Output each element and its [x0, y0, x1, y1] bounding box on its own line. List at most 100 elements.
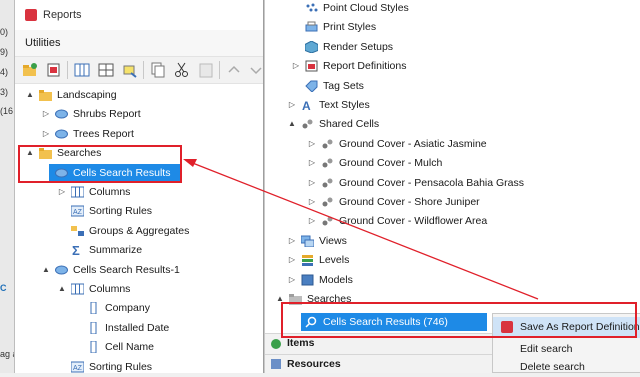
text-icon: A: [302, 99, 311, 111]
items-label: Items: [287, 337, 315, 349]
report-tree-item-label: Cells Search Results-1: [73, 263, 180, 276]
menu-item-edit-search[interactable]: Edit search: [493, 341, 640, 359]
paste-icon[interactable]: [197, 61, 215, 79]
explorer-tree-item[interactable]: ▷ A Text Styles: [265, 96, 640, 114]
expand-arrow-icon[interactable]: ▷: [287, 271, 297, 289]
report-tree-item-label: Summarize: [89, 244, 143, 257]
move-down-icon[interactable]: [247, 61, 265, 79]
explorer-tree-item[interactable]: Print Styles: [265, 18, 640, 36]
highlight-icon[interactable]: [121, 61, 139, 79]
bg-fragment: (16: [0, 106, 14, 116]
cell-icon: [302, 119, 313, 129]
explorer-tree-item[interactable]: ▷ Levels: [265, 251, 640, 269]
reports-window: Reports Utilities ▲ Landscaping ▷ Shrubs Re…: [14, 0, 264, 373]
move-up-icon[interactable]: [225, 61, 243, 79]
collapse-arrow-icon[interactable]: ▲: [41, 261, 51, 279]
expand-arrow-icon[interactable]: ▷: [287, 232, 297, 250]
cell-icon: [322, 158, 333, 168]
report-tree-item[interactable]: ▲ Columns: [15, 280, 263, 298]
report-tree-item[interactable]: ▷ Trees Report: [15, 125, 263, 143]
menu-utilities[interactable]: Utilities: [25, 37, 60, 49]
menu-bar: Utilities: [15, 30, 263, 56]
expand-arrow-icon[interactable]: ▷: [307, 174, 317, 192]
grid-icon[interactable]: [97, 61, 115, 79]
column-icon: [90, 321, 97, 334]
explorer-tree-item[interactable]: ▷ Ground Cover - Pensacola Bahia Grass: [265, 174, 640, 192]
sort-icon: AZ: [71, 361, 84, 373]
collapse-arrow-icon[interactable]: ▲: [57, 280, 67, 298]
explorer-tree-item[interactable]: ▷ Ground Cover - Wildflower Area: [265, 212, 640, 230]
report-tree-item-label: Trees Report: [73, 127, 134, 140]
report-tree-item[interactable]: ▲ Cells Search Results-1: [15, 261, 263, 279]
group-icon: [71, 225, 84, 236]
report-tree-item[interactable]: Company: [15, 299, 263, 317]
report-tree-item[interactable]: Cell Name: [15, 338, 263, 356]
explorer-tree-item-label: Text Styles: [319, 99, 370, 111]
sort-icon: AZ: [71, 205, 84, 217]
explorer-tree-item[interactable]: ▷ Ground Cover - Shore Juniper: [265, 193, 640, 211]
bg-fragment: 0): [0, 27, 9, 37]
explorer-tree-item-label: Report Definitions: [323, 60, 407, 73]
new-report-icon[interactable]: [45, 61, 63, 79]
explorer-tree-item[interactable]: Tag Sets: [265, 77, 640, 95]
explorer-tree-item-label: Ground Cover - Asiatic Jasmine: [339, 137, 487, 150]
expand-arrow-icon[interactable]: ▷: [307, 135, 317, 153]
expand-arrow-icon[interactable]: ▷: [307, 193, 317, 211]
columns-icon: [71, 186, 84, 198]
svg-text:A: A: [302, 99, 311, 111]
bg-fragment: 3): [0, 87, 9, 97]
bg-fragment: C: [0, 283, 7, 293]
report-tree-item[interactable]: Installed Date: [15, 319, 263, 337]
cell-icon: [322, 139, 333, 149]
explorer-tree-item[interactable]: Point Cloud Styles: [265, 0, 640, 17]
menu-item-delete-search[interactable]: Delete search: [493, 359, 640, 377]
explorer-tree-item[interactable]: ▷ Ground Cover - Mulch: [265, 154, 640, 172]
explorer-tree-item[interactable]: Render Setups: [265, 38, 640, 56]
report-icon: [55, 129, 68, 139]
report-tree-item[interactable]: ▷ Columns: [15, 183, 263, 201]
cut-icon[interactable]: [173, 61, 191, 79]
annotation-box-right: [281, 302, 637, 338]
explorer-tree-item[interactable]: ▷ Report Definitions: [265, 57, 640, 75]
report-tree-item[interactable]: ▷ Shrubs Report: [15, 105, 263, 123]
expand-arrow-icon[interactable]: ▷: [307, 154, 317, 172]
cell-icon: [322, 216, 333, 226]
report-tree-item-label: Columns: [89, 186, 131, 198]
report-tree-item-label: Landscaping: [57, 89, 117, 101]
expand-arrow-icon[interactable]: ▷: [41, 105, 51, 123]
folder-icon: [39, 90, 52, 101]
report-tree-item[interactable]: AZ Sorting Rules: [15, 202, 263, 220]
window-title: Reports: [43, 9, 82, 21]
report-icon: [55, 265, 68, 275]
expand-arrow-icon[interactable]: ▷: [57, 183, 67, 201]
expand-arrow-icon[interactable]: ▷: [287, 251, 297, 269]
expand-arrow-icon[interactable]: ▷: [287, 96, 297, 114]
models-icon: [301, 274, 314, 286]
explorer-tree-item-label: Ground Cover - Wildflower Area: [339, 215, 488, 228]
columns-tool-icon[interactable]: [73, 61, 91, 79]
report-tree-item[interactable]: Σ Summarize: [15, 241, 263, 259]
explorer-tree-item-label: Ground Cover - Pensacola Bahia Grass: [339, 176, 525, 189]
toolbar: [15, 56, 263, 84]
expand-arrow-icon[interactable]: ▷: [291, 57, 301, 75]
render-icon: [305, 40, 318, 53]
cell-icon: [322, 197, 333, 207]
expand-arrow-icon[interactable]: ▷: [307, 212, 317, 230]
expand-arrow-icon[interactable]: ▷: [41, 125, 51, 143]
explorer-tree-item[interactable]: ▷ Ground Cover - Asiatic Jasmine: [265, 135, 640, 153]
explorer-tree-item-label: Print Styles: [323, 21, 377, 34]
new-folder-icon[interactable]: [21, 61, 39, 79]
tag-icon: [305, 80, 318, 92]
explorer-tree-item[interactable]: ▲ Shared Cells: [265, 115, 640, 133]
explorer-tree-item[interactable]: ▷ Views: [265, 232, 640, 250]
report-icon: [55, 109, 68, 119]
report-tree-item[interactable]: ▲ Landscaping: [15, 86, 263, 104]
collapse-arrow-icon[interactable]: ▲: [287, 115, 297, 133]
copy-icon[interactable]: [149, 61, 167, 79]
collapse-arrow-icon[interactable]: ▲: [25, 86, 35, 104]
explorer-tree-item[interactable]: ▷ Models: [265, 271, 640, 289]
report-tree-item[interactable]: Groups & Aggregates: [15, 222, 263, 240]
sum-icon: Σ: [72, 244, 80, 256]
report-def-icon: [305, 60, 318, 72]
report-tree-item-label: Columns: [89, 283, 131, 295]
